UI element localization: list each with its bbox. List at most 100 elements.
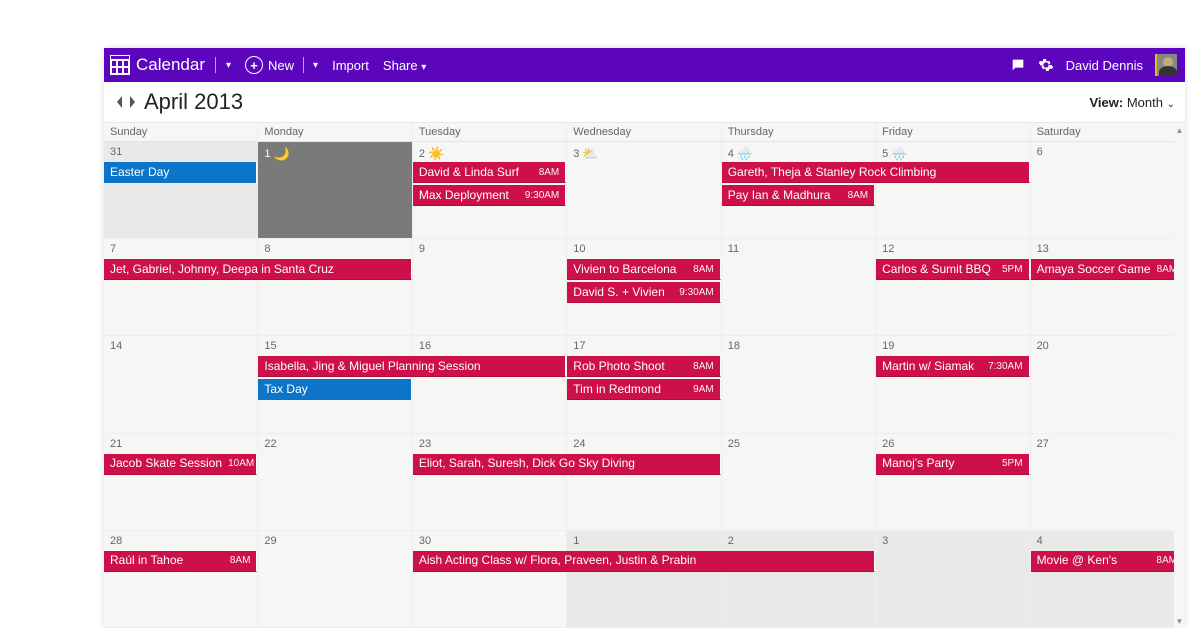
app-title[interactable]: Calendar [136, 55, 205, 75]
day-number: 13 [1031, 239, 1184, 259]
day-cell[interactable]: 4 [1031, 531, 1185, 628]
event[interactable]: Manoj's Party5PM [876, 454, 1029, 475]
day-cell[interactable]: 12 [876, 239, 1030, 336]
event[interactable]: Isabella, Jing & Miguel Planning Session [258, 356, 566, 377]
day-number: 1🌙 [258, 142, 411, 166]
event-title: Isabella, Jing & Miguel Planning Session [264, 356, 480, 377]
day-number: 18 [722, 336, 875, 356]
day-cell[interactable]: 19 [876, 336, 1030, 433]
day-header: Monday [258, 123, 412, 142]
day-number: 20 [1031, 336, 1184, 356]
scroll-up-icon[interactable]: ▴ [1174, 123, 1185, 137]
day-cell[interactable]: 9 [413, 239, 567, 336]
day-cell[interactable]: 8 [258, 239, 412, 336]
scroll-down-icon[interactable]: ▾ [1174, 614, 1185, 628]
day-number: 29 [258, 531, 411, 551]
weather-icon: ☀️ [428, 146, 444, 162]
event[interactable]: Carlos & Sumit BBQ5PM [876, 259, 1029, 280]
weather-icon: ⛅ [582, 146, 598, 162]
view-selector[interactable]: View: Month ⌄ [1090, 95, 1176, 110]
event[interactable]: Rob Photo Shoot8AM [567, 356, 720, 377]
day-number: 25 [722, 434, 875, 454]
weather-icon: 🌧️ [891, 146, 907, 162]
import-button[interactable]: Import [332, 58, 369, 73]
event-title: Gareth, Theja & Stanley Rock Climbing [728, 162, 937, 183]
event[interactable]: Gareth, Theja & Stanley Rock Climbing [722, 162, 1030, 183]
event[interactable]: Amaya Soccer Game8AM [1031, 259, 1184, 280]
day-number: 31 [104, 142, 257, 162]
event[interactable]: Jet, Gabriel, Johnny, Deepa in Santa Cru… [104, 259, 412, 280]
day-cell[interactable]: 29 [258, 531, 412, 628]
event[interactable]: Martin w/ Siamak7:30AM [876, 356, 1029, 377]
day-number: 19 [876, 336, 1029, 356]
event[interactable]: Jacob Skate Session10AM [104, 454, 257, 475]
day-header: Saturday [1031, 123, 1185, 142]
day-cell[interactable]: 7 [104, 239, 258, 336]
event[interactable]: Tax Day [258, 379, 411, 400]
day-cell[interactable]: 5🌧️ [876, 142, 1030, 239]
gear-icon[interactable] [1038, 57, 1054, 73]
day-cell[interactable]: 6 [1031, 142, 1185, 239]
day-cell[interactable]: 26 [876, 434, 1030, 531]
day-header: Tuesday [413, 123, 567, 142]
day-cell[interactable]: 3⛅ [567, 142, 721, 239]
event-title: Easter Day [110, 162, 169, 183]
day-cell[interactable]: 2 [722, 531, 876, 628]
event-title: Martin w/ Siamak [882, 356, 974, 377]
day-cell[interactable]: 30 [413, 531, 567, 628]
calendar-icon [110, 55, 130, 75]
avatar[interactable] [1155, 54, 1177, 76]
day-cell[interactable]: 28 [104, 531, 258, 628]
event[interactable]: Aish Acting Class w/ Flora, Praveen, Jus… [413, 551, 875, 572]
day-cell[interactable]: 1🌙 [258, 142, 412, 239]
day-cell[interactable]: 13 [1031, 239, 1185, 336]
day-cell[interactable]: 3 [876, 531, 1030, 628]
day-cell[interactable]: 22 [258, 434, 412, 531]
day-cell[interactable]: 1 [567, 531, 721, 628]
scrollbar[interactable]: ▴ ▾ [1174, 123, 1185, 628]
day-cell[interactable]: 23 [413, 434, 567, 531]
event-time: 8AM [230, 551, 251, 572]
weather-icon: 🌙 [274, 146, 290, 162]
day-cell[interactable]: 14 [104, 336, 258, 433]
day-cell[interactable]: 18 [722, 336, 876, 433]
event-title: Movie @ Ken's [1037, 551, 1118, 572]
event-time: 8AM [848, 185, 869, 206]
event[interactable]: Max Deployment9:30AM [413, 185, 566, 206]
chat-icon[interactable] [1010, 57, 1026, 73]
event[interactable]: Tim in Redmond9AM [567, 379, 720, 400]
day-number: 22 [258, 434, 411, 454]
next-month-button[interactable] [126, 94, 138, 110]
day-cell[interactable]: 31 [104, 142, 258, 239]
day-cell[interactable]: 20 [1031, 336, 1185, 433]
new-button[interactable]: + New ▾ [245, 56, 318, 74]
day-number: 3 [876, 531, 1029, 551]
event[interactable]: Raúl in Tahoe8AM [104, 551, 257, 572]
share-button[interactable]: Share ▾ [383, 58, 426, 73]
day-number: 27 [1031, 434, 1184, 454]
day-cell[interactable]: 25 [722, 434, 876, 531]
event[interactable]: David & Linda Surf8AM [413, 162, 566, 183]
event[interactable]: Movie @ Ken's8AM [1031, 551, 1184, 572]
day-cell[interactable]: 27 [1031, 434, 1185, 531]
event[interactable]: Pay Ian & Madhura8AM [722, 185, 875, 206]
user-name[interactable]: David Dennis [1066, 58, 1143, 73]
event[interactable]: Easter Day [104, 162, 257, 183]
event-time: 8AM [539, 162, 560, 183]
event[interactable]: David S. + Vivien9:30AM [567, 282, 720, 303]
event[interactable]: Eliot, Sarah, Suresh, Dick Go Sky Diving [413, 454, 721, 475]
divider [303, 57, 304, 73]
event-title: Vivien to Barcelona [573, 259, 676, 280]
day-number: 28 [104, 531, 257, 551]
prev-month-button[interactable] [114, 94, 126, 110]
day-number: 9 [413, 239, 566, 259]
day-cell[interactable]: 21 [104, 434, 258, 531]
day-cell[interactable]: 16 [413, 336, 567, 433]
event[interactable]: Vivien to Barcelona8AM [567, 259, 720, 280]
chevron-down-icon[interactable]: ▾ [313, 60, 318, 71]
day-cell[interactable]: 11 [722, 239, 876, 336]
day-cell[interactable]: 24 [567, 434, 721, 531]
chevron-down-icon[interactable]: ▾ [226, 60, 231, 71]
day-number: 3⛅ [567, 142, 720, 166]
event-time: 5PM [1002, 454, 1023, 475]
